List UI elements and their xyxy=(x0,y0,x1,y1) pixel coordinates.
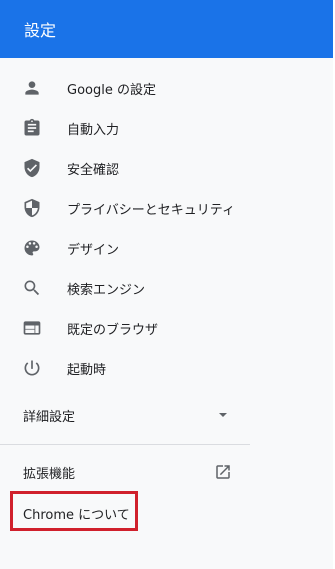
browser-window-icon xyxy=(22,318,42,338)
sidebar-item-appearance[interactable]: デザイン xyxy=(0,228,333,268)
sidebar-item-extensions[interactable]: 拡張機能 xyxy=(0,452,250,492)
sidebar-divider xyxy=(0,444,250,445)
sidebar-item-label: Google の設定 xyxy=(67,82,156,98)
clipboard-icon xyxy=(22,118,42,138)
sidebar-item-safety-check[interactable]: 安全確認 xyxy=(0,148,333,188)
sidebar-item-label: デザイン xyxy=(67,242,120,258)
power-icon xyxy=(22,358,42,378)
sidebar-item-label: 自動入力 xyxy=(67,122,120,138)
security-shield-icon xyxy=(22,198,42,218)
extensions-label: 拡張機能 xyxy=(23,466,76,482)
highlight-box xyxy=(10,491,138,531)
sidebar-item-label: 検索エンジン xyxy=(67,282,146,298)
sidebar-item-label: 起動時 xyxy=(67,362,107,378)
settings-header: 設定 xyxy=(0,0,333,58)
search-icon xyxy=(22,278,42,298)
sidebar-item-default-browser[interactable]: 既定のブラウザ xyxy=(0,308,333,348)
sidebar-item-autofill[interactable]: 自動入力 xyxy=(0,108,333,148)
page-title: 設定 xyxy=(24,21,57,40)
shield-check-icon xyxy=(22,158,42,178)
sidebar-item-search-engine[interactable]: 検索エンジン xyxy=(0,268,333,308)
sidebar-item-google[interactable]: Google の設定 xyxy=(0,68,333,108)
sidebar-item-on-startup[interactable]: 起動時 xyxy=(0,348,333,388)
advanced-settings-label: 詳細設定 xyxy=(23,409,76,425)
sidebar-item-label: 既定のブラウザ xyxy=(67,322,159,338)
person-icon xyxy=(22,78,42,98)
sidebar-item-label: 安全確認 xyxy=(67,162,120,178)
palette-icon xyxy=(22,238,42,258)
sidebar-item-privacy[interactable]: プライバシーとセキュリティ xyxy=(0,188,333,228)
caret-down-icon xyxy=(219,413,227,417)
advanced-settings-toggle[interactable]: 詳細設定 xyxy=(0,395,250,435)
sidebar-item-label: プライバシーとセキュリティ xyxy=(67,202,235,218)
open-in-new-icon xyxy=(214,463,232,481)
